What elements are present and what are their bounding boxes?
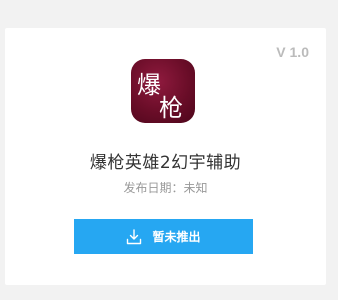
release-date-label: 发布日期： bbox=[123, 181, 184, 195]
download-icon bbox=[127, 228, 142, 244]
app-icon-char-2: 枪 bbox=[159, 94, 183, 122]
release-date: 发布日期：未知 bbox=[5, 179, 326, 196]
app-title: 爆枪英雄2幻宇辅助 bbox=[89, 153, 242, 173]
version-label: V 1.0 bbox=[276, 44, 309, 60]
app-icon: 爆 枪 bbox=[131, 59, 195, 123]
release-date-value: 未知 bbox=[183, 181, 208, 195]
app-card: V 1.0 爆 枪 爆枪英雄2幻宇辅助 发布日期：未知 暂未推出 bbox=[5, 28, 326, 285]
app-icon-graphic: 爆 枪 bbox=[137, 71, 183, 122]
download-button-label: 暂未推出 bbox=[152, 230, 201, 244]
app-icon-char-1: 爆 bbox=[137, 71, 161, 99]
download-button[interactable]: 暂未推出 bbox=[74, 219, 253, 254]
